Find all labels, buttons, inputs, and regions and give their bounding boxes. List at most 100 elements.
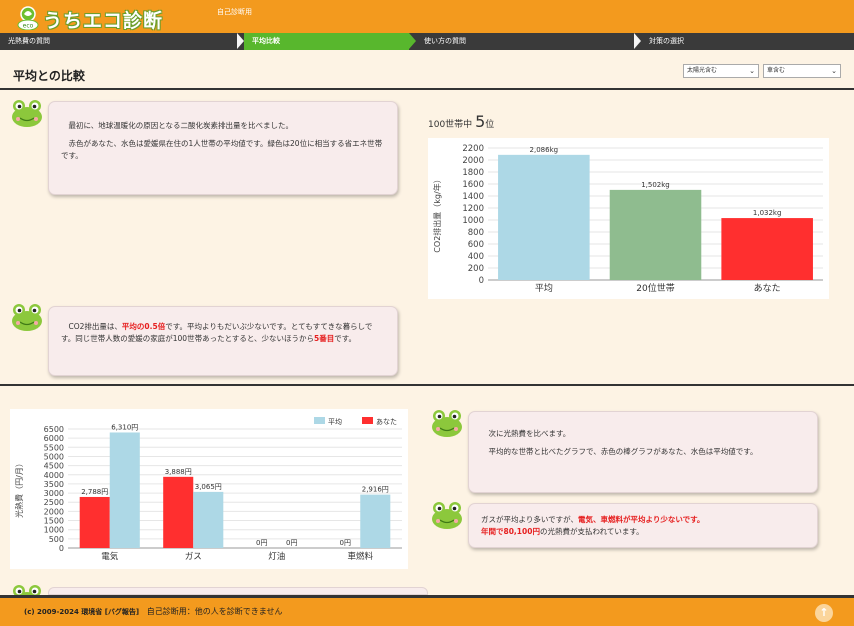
data-label: 2,788円 bbox=[81, 488, 108, 496]
bar bbox=[163, 476, 194, 548]
rank-number: 5 bbox=[475, 112, 486, 131]
footer-text: (c) 2009-2024 環境省 [バグ報告] 自己診断用：他の人を診断できま… bbox=[24, 606, 283, 617]
app-logo[interactable]: eco うちエコ診断 bbox=[17, 3, 177, 32]
footer: (c) 2009-2024 環境省 [バグ報告] 自己診断用：他の人を診断できま… bbox=[0, 595, 854, 626]
y-tick-label: 2200 bbox=[462, 144, 484, 154]
bar bbox=[721, 218, 813, 280]
x-tick-label: 車燃料 bbox=[347, 551, 373, 562]
step-navigation: 光熱費の質問 平均比較 使い方の質問 対策の選択 bbox=[0, 33, 854, 50]
step-usage-questions[interactable]: 使い方の質問 bbox=[416, 33, 634, 50]
y-tick-label: 4000 bbox=[44, 471, 64, 480]
y-tick-label: 2500 bbox=[44, 498, 64, 507]
y-tick-label: 200 bbox=[468, 264, 484, 274]
app-header: eco うちエコ診断 自己診断用 bbox=[0, 0, 854, 33]
data-label: 2,916円 bbox=[362, 486, 389, 494]
bar bbox=[609, 189, 702, 280]
footer-note: 自己診断用：他の人を診断できません bbox=[146, 607, 283, 616]
utility-cost-chart: 0 500 1000 1500 2000 2500 3000 3500 4000 4500 5000… bbox=[10, 409, 408, 569]
chevron-down-icon: ⌄ bbox=[749, 67, 755, 75]
x-tick-label: ガス bbox=[185, 551, 202, 562]
cost-result-text: ガスが平均より多いですが、電気、車燃料が平均より少ないです。年間で80,100円… bbox=[481, 514, 805, 538]
utility-cost-chart-svg: 0500100015002000250030003500400045005000… bbox=[14, 417, 402, 562]
y-tick-label: 0 bbox=[479, 276, 484, 286]
cost-intro-bubble: 次に光熱費を比べます。 平均的な世帯と比べたグラフで、赤色の棒グラフがあなた、水… bbox=[468, 411, 818, 493]
mode-label: 自己診断用 bbox=[217, 8, 252, 16]
y-tick-label: 1000 bbox=[462, 216, 484, 226]
y-tick-label: 5500 bbox=[44, 443, 64, 452]
y-tick-label: 400 bbox=[468, 252, 484, 262]
y-axis-label: CO2排出量（kg/年） bbox=[432, 175, 442, 252]
chevron-down-icon: ⌄ bbox=[831, 67, 837, 75]
cost-intro-text-2: 平均的な世帯と比べたグラフで、赤色の棒グラフがあなた、水色は平均値です。 bbox=[488, 447, 758, 456]
data-label: 6,310円 bbox=[111, 423, 138, 431]
data-label: 2,086kg bbox=[530, 146, 559, 154]
y-axis-label: 光熱費（円/月） bbox=[14, 459, 24, 518]
next-bubble-peek bbox=[48, 587, 428, 595]
car-select-value: 車含む bbox=[767, 67, 786, 74]
y-tick-label: 1500 bbox=[44, 517, 64, 526]
car-select[interactable]: 車含む ⌄ bbox=[763, 64, 841, 78]
y-tick-label: 3000 bbox=[44, 489, 64, 498]
rank-label: 100世帯中 5位 bbox=[428, 112, 494, 131]
data-label: 0円 bbox=[286, 539, 297, 547]
data-label: 0円 bbox=[256, 539, 267, 547]
page-title: 平均との比較 bbox=[13, 69, 85, 83]
cost-result-bubble: ガスが平均より多いですが、電気、車燃料が平均より少ないです。年間で80,100円… bbox=[468, 503, 818, 548]
step-average-comparison[interactable]: 平均比較 bbox=[244, 33, 409, 50]
intro-text-1: 最初に、地球温暖化の原因となる二酸化炭素排出量を比べました。 bbox=[68, 121, 294, 130]
y-tick-label: 3500 bbox=[44, 480, 64, 489]
legend-swatch bbox=[314, 417, 325, 424]
x-tick-label: 灯油 bbox=[268, 551, 285, 562]
data-label: 0円 bbox=[339, 539, 350, 547]
cost-less-highlight: 電気、車燃料が平均より少ないです。 bbox=[577, 515, 705, 524]
cost-text-b: の光熱費が支払われています。 bbox=[539, 527, 644, 536]
frog-mascot-icon bbox=[431, 501, 463, 530]
annual-cost-highlight: 年間で80,100円 bbox=[481, 527, 540, 536]
step-utility-questions[interactable]: 光熱費の質問 bbox=[0, 33, 237, 50]
x-tick-label: あなた bbox=[754, 283, 781, 294]
bar bbox=[360, 494, 391, 548]
y-tick-label: 500 bbox=[49, 535, 64, 544]
data-label: 1,502kg bbox=[641, 181, 670, 189]
co2-result-bubble: CO2排出量は、平均の0.5倍です。平均よりもだいぶ少ないです。とてもすてきな暮… bbox=[48, 306, 398, 376]
y-tick-label: 600 bbox=[468, 240, 484, 250]
solar-select-value: 太陽光含む bbox=[687, 67, 718, 74]
title-bar: 平均との比較 太陽光含む ⌄ 車含む ⌄ bbox=[0, 58, 854, 90]
x-tick-label: 電気 bbox=[101, 551, 119, 562]
bar bbox=[79, 496, 110, 548]
legend-label: 平均 bbox=[328, 417, 342, 426]
eco-leaf-icon: eco bbox=[17, 6, 39, 30]
y-tick-label: 1200 bbox=[462, 204, 484, 214]
step-arrow bbox=[409, 33, 416, 49]
legend-swatch bbox=[362, 417, 373, 424]
section-divider bbox=[0, 384, 854, 386]
data-label: 3,065円 bbox=[195, 483, 222, 491]
y-tick-label: 1000 bbox=[44, 526, 64, 535]
intro-bubble: 最初に、地球温暖化の原因となる二酸化炭素排出量を比べました。 赤色があなた、水色… bbox=[48, 101, 398, 195]
co2-ratio-highlight: 平均の0.5倍 bbox=[121, 322, 166, 331]
cost-text-a: ガスが平均より多いですが、 bbox=[481, 515, 578, 524]
y-tick-label: 800 bbox=[468, 228, 484, 238]
frog-mascot-icon bbox=[11, 99, 43, 128]
bar bbox=[193, 491, 224, 548]
step-arrow bbox=[237, 33, 244, 49]
step-measure-selection[interactable]: 対策の選択 bbox=[641, 33, 854, 50]
footer-copyright[interactable]: (c) 2009-2024 環境省 [バグ報告] bbox=[24, 608, 139, 616]
y-tick-label: 2000 bbox=[44, 507, 64, 516]
scroll-top-button[interactable]: ↑ bbox=[815, 604, 833, 622]
data-label: 1,032kg bbox=[753, 209, 782, 217]
co2-rank-highlight: 5番目 bbox=[314, 334, 335, 343]
bar bbox=[109, 432, 140, 548]
y-tick-label: 6000 bbox=[44, 434, 64, 443]
solar-select[interactable]: 太陽光含む ⌄ bbox=[683, 64, 759, 78]
legend-label: あなた bbox=[376, 418, 397, 426]
rank-suffix: 位 bbox=[485, 120, 495, 130]
data-label: 3,888円 bbox=[165, 468, 192, 476]
co2-text-c: です。 bbox=[334, 334, 357, 343]
y-tick-label: 0 bbox=[59, 544, 64, 553]
bar bbox=[498, 154, 590, 280]
y-tick-label: 1800 bbox=[462, 168, 484, 178]
co2-text-a: CO2排出量は、 bbox=[68, 322, 122, 331]
cost-intro-text-1: 次に光熱費を比べます。 bbox=[488, 429, 571, 438]
y-tick-label: 1400 bbox=[462, 192, 484, 202]
